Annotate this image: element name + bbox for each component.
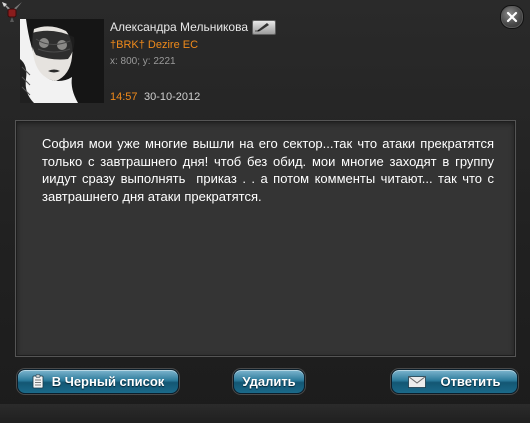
reply-button[interactable]: Ответить	[391, 369, 518, 394]
blacklist-button[interactable]: В Черный список	[17, 369, 179, 394]
message-date: 30-10-2012	[144, 91, 201, 103]
reply-button-label: Ответить	[440, 374, 501, 389]
author-coordinates: x: 800; y: 2221	[110, 56, 176, 67]
message-time: 14:57	[110, 91, 138, 103]
author-row: Александра Мельникова	[110, 19, 277, 35]
clan-link[interactable]: †BRK† Dezire EC	[110, 39, 198, 51]
pencil-icon	[255, 22, 270, 31]
blacklist-button-label: В Черный список	[51, 374, 165, 389]
author-name[interactable]: Александра Мельникова	[110, 20, 248, 34]
edit-button[interactable]	[252, 19, 277, 35]
avatar	[20, 19, 104, 103]
message-window: Александра Мельникова †BRK† Dezire EC x:…	[0, 0, 530, 423]
envelope-icon	[408, 375, 427, 388]
message-box: София мои уже многие вышли на его сектор…	[15, 120, 516, 357]
clipboard-icon	[32, 374, 44, 389]
delete-button-label: Удалить	[242, 374, 296, 389]
close-icon	[506, 11, 518, 23]
message-text: София мои уже многие вышли на его сектор…	[42, 136, 502, 204]
bottom-strip	[0, 404, 530, 423]
close-button[interactable]	[500, 5, 524, 29]
delete-button[interactable]: Удалить	[233, 369, 305, 394]
